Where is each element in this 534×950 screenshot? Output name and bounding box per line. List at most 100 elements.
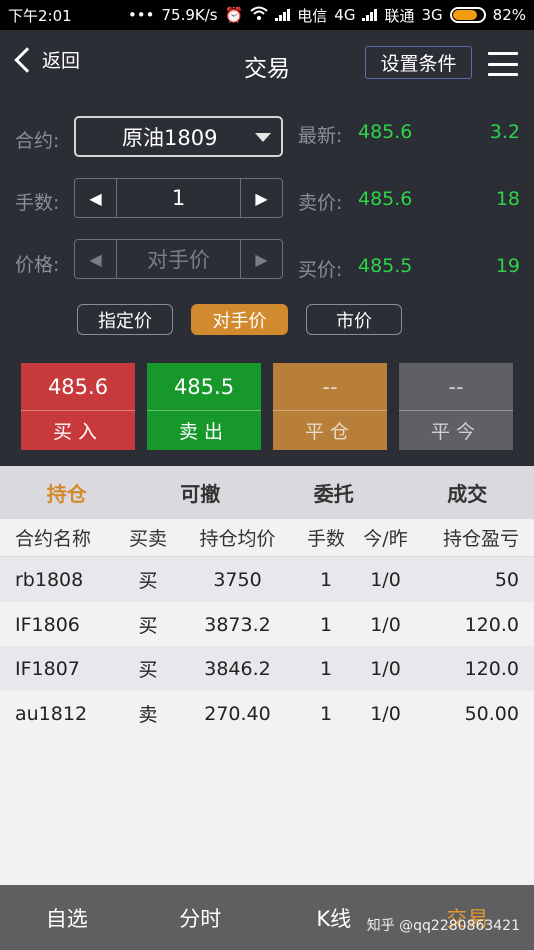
cell-lots: 1 [319, 657, 333, 680]
network-type-2: 3G [421, 6, 443, 24]
notification-dots: ••• [127, 6, 155, 24]
tab-positions[interactable]: 持仓 [0, 466, 134, 519]
sell-button[interactable]: 485.5 卖出 [147, 363, 261, 450]
column-header: 今/昨 [363, 528, 408, 550]
cell-side: 买 [138, 615, 158, 637]
cell-contract: rb1808 [15, 568, 84, 591]
battery-percent: 82% [492, 6, 526, 24]
close-price: -- [322, 374, 338, 399]
status-bar: 下午2:01 ••• 75.9K/s ⏰ 电信 4G 联通 3G 82% [0, 0, 534, 30]
quote-label: 卖价: [298, 192, 343, 214]
column-header: 合约名称 [15, 528, 92, 550]
wifi-icon [250, 6, 268, 24]
cell-avg-price: 270.40 [204, 702, 271, 725]
decrease-price-button[interactable]: ◀ [75, 240, 116, 278]
cell-lots: 1 [319, 568, 333, 591]
cell-pnl: 120.0 [464, 613, 519, 636]
cell-contract: IF1806 [15, 613, 80, 636]
counterparty-price-button[interactable]: 对手价 [191, 304, 288, 335]
tab-fills[interactable]: 成交 [401, 466, 534, 519]
table-row[interactable]: au1812 卖 270.40 1 1/0 50.00 [0, 691, 534, 736]
cell-avg-price: 3873.2 [204, 613, 271, 636]
cell-side: 买 [138, 570, 158, 592]
cell-side: 卖 [138, 704, 158, 726]
lots-label: 手数: [15, 192, 60, 214]
contract-label: 合约: [15, 130, 60, 152]
quote-price: 485.5 [358, 255, 413, 277]
close-today-price: -- [448, 374, 464, 399]
table-row[interactable]: IF1807 买 3846.2 1 1/0 120.0 [0, 646, 534, 691]
cell-avg-price: 3750 [213, 568, 262, 591]
nav-kline[interactable]: K线 [267, 885, 401, 950]
close-position-button[interactable]: -- 平仓 [273, 363, 387, 450]
quote-ask: 卖价: 485.6 18 [298, 188, 520, 214]
quote-volume: 18 [495, 188, 520, 210]
quote-volume: 3.2 [489, 121, 520, 143]
menu-icon[interactable] [488, 52, 518, 76]
decrease-lots-button[interactable]: ◀ [75, 179, 116, 217]
nav-bar: 返回 交易 设置条件 [0, 30, 534, 96]
quote-latest: 最新: 485.6 3.2 [298, 121, 520, 147]
lots-input[interactable]: 1 [116, 179, 241, 217]
network-speed: 75.9K/s [161, 6, 218, 24]
dropdown-triangle-icon [255, 133, 271, 142]
cell-pnl: 50.00 [464, 702, 519, 725]
tab-cancelable[interactable]: 可撤 [134, 466, 268, 519]
contract-select[interactable]: 原油1809 [74, 116, 283, 157]
contract-value: 原油1809 [122, 125, 218, 150]
market-price-button[interactable]: 市价 [306, 304, 402, 335]
network-type-1: 4G [334, 6, 356, 24]
quote-volume: 19 [495, 255, 520, 277]
record-tabs: 持仓 可撤 委托 成交 [0, 466, 534, 519]
quote-price: 485.6 [358, 188, 413, 210]
cell-contract: IF1807 [15, 657, 80, 680]
alarm-icon: ⏰ [224, 6, 244, 24]
lots-stepper: ◀ 1 ▶ [74, 178, 283, 218]
cell-lots: 1 [319, 613, 333, 636]
bottom-nav: 自选 分时 K线 交易 [0, 885, 534, 950]
empty-area [0, 735, 534, 885]
back-button[interactable]: 返回 [10, 46, 80, 73]
sell-label: 卖出 [147, 410, 261, 450]
cell-today-yesterday: 1/0 [370, 657, 401, 680]
quote-label: 最新: [298, 125, 343, 147]
increase-lots-button[interactable]: ▶ [241, 179, 282, 217]
cell-contract: au1812 [15, 702, 88, 725]
price-input[interactable]: 对手价 [116, 240, 241, 278]
carrier-2: 联通 [384, 6, 415, 25]
status-time: 下午2:01 [8, 6, 72, 25]
buy-button[interactable]: 485.6 买入 [21, 363, 135, 450]
quote-bid: 买价: 485.5 19 [298, 255, 520, 281]
cell-avg-price: 3846.2 [204, 657, 271, 680]
buy-label: 买入 [21, 410, 135, 450]
set-condition-button[interactable]: 设置条件 [365, 46, 472, 79]
buy-price: 485.6 [47, 374, 109, 399]
table-row[interactable]: rb1808 买 3750 1 1/0 50 [0, 557, 534, 602]
signal-icon [275, 9, 291, 21]
cell-today-yesterday: 1/0 [370, 568, 401, 591]
price-label: 价格: [15, 254, 60, 276]
close-today-button[interactable]: -- 平今 [399, 363, 513, 450]
increase-price-button[interactable]: ▶ [241, 240, 282, 278]
tab-orders[interactable]: 委托 [267, 466, 401, 519]
carrier-1: 电信 [297, 6, 328, 25]
column-header: 持仓均价 [199, 528, 276, 550]
chevron-left-icon [14, 46, 40, 73]
cell-today-yesterday: 1/0 [370, 702, 401, 725]
battery-icon [449, 7, 486, 23]
signal-icon [362, 9, 378, 21]
quote-price: 485.6 [358, 121, 413, 143]
cell-pnl: 120.0 [464, 657, 519, 680]
close-label: 平仓 [273, 410, 387, 450]
nav-trade[interactable]: 交易 [401, 885, 534, 950]
column-header: 买卖 [128, 528, 167, 550]
price-stepper: ◀ 对手价 ▶ [74, 239, 283, 279]
trade-panel: 返回 交易 设置条件 合约: 原油1809 手数: ◀ 1 ▶ 价格: ◀ 对手… [0, 30, 534, 466]
table-row[interactable]: IF1806 买 3873.2 1 1/0 120.0 [0, 602, 534, 647]
cell-pnl: 50 [494, 568, 519, 591]
table-header: 合约名称 买卖 持仓均价 手数 今/昨 持仓盈亏 [0, 519, 534, 557]
limit-price-button[interactable]: 指定价 [77, 304, 173, 335]
nav-watchlist[interactable]: 自选 [0, 885, 134, 950]
nav-timeshare[interactable]: 分时 [134, 885, 268, 950]
cell-today-yesterday: 1/0 [370, 613, 401, 636]
